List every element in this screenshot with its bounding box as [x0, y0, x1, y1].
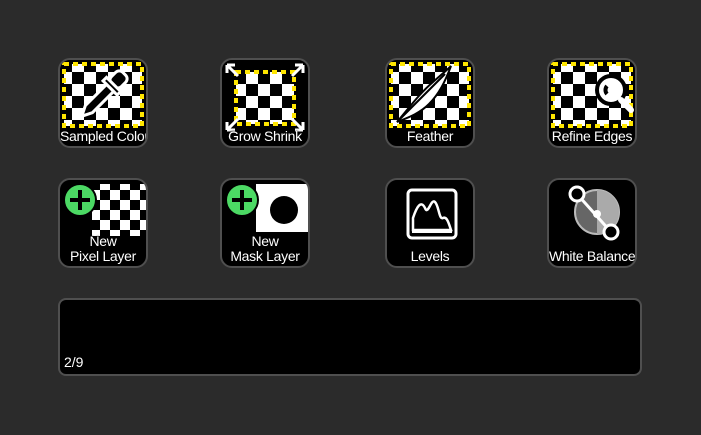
page-indicator: 2/9	[64, 354, 84, 370]
new-pixel-layer-button[interactable]: New Pixel Layer	[58, 178, 148, 268]
key-label: Refine Edges	[551, 128, 633, 144]
key-label: White Balance	[549, 248, 636, 264]
levels-button[interactable]: Levels	[385, 178, 475, 268]
key-label: New Pixel Layer	[70, 233, 136, 264]
key-label: Sampled Color	[60, 128, 148, 144]
refine-edges-button[interactable]: Refine Edges	[547, 58, 637, 148]
feather-button[interactable]: Feather	[385, 58, 475, 148]
key-label: Feather	[406, 128, 454, 144]
new-mask-layer-button[interactable]: New Mask Layer	[220, 178, 310, 268]
key-label: New Mask Layer	[230, 233, 300, 264]
info-bar: 2/9	[58, 298, 642, 376]
grow-shrink-button[interactable]: Grow Shrink	[220, 58, 310, 148]
key-label: Levels	[410, 248, 450, 264]
sampled-color-button[interactable]: Sampled Color	[58, 58, 148, 148]
white-balance-button[interactable]: White Balance	[547, 178, 637, 268]
key-label: Grow Shrink	[228, 128, 302, 144]
